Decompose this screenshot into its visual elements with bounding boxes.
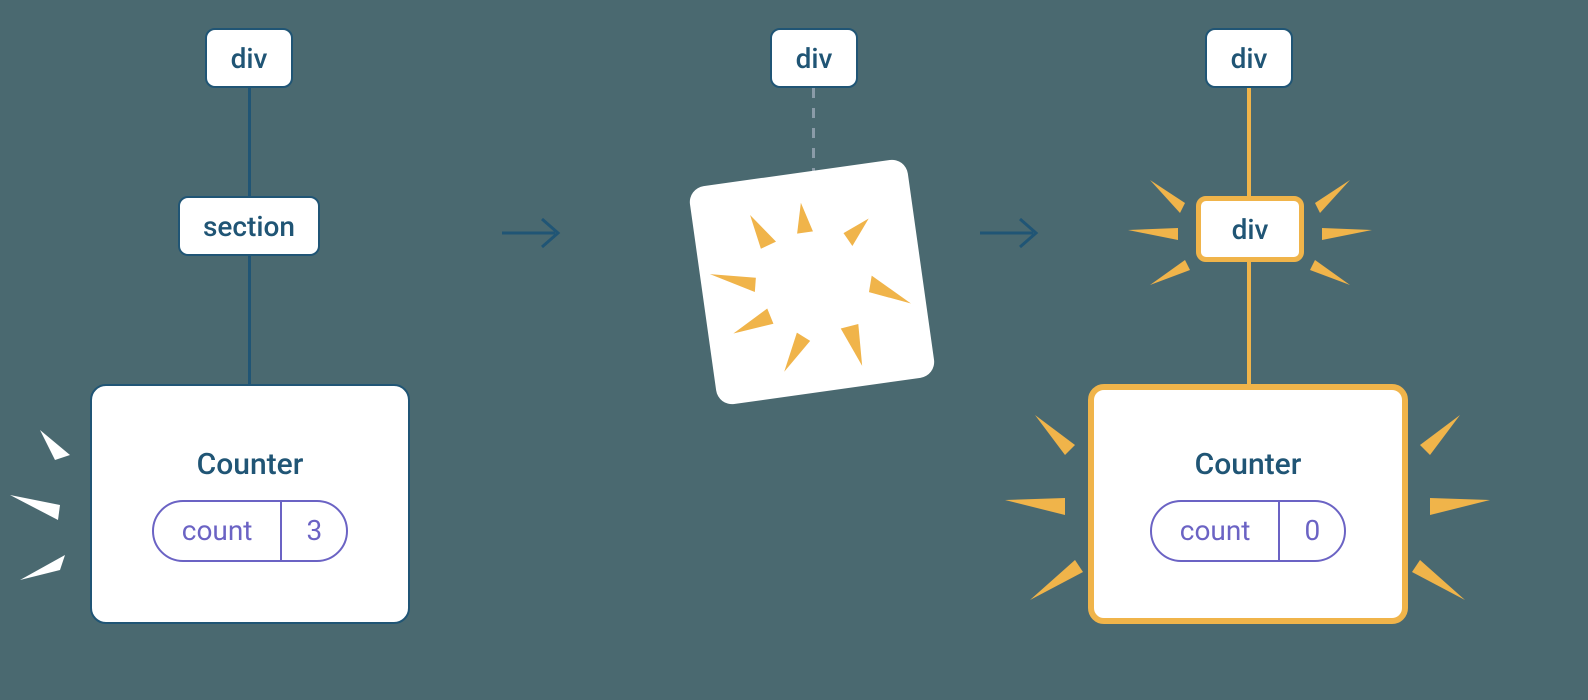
tree3-line-2 <box>1247 262 1251 384</box>
tree2-dashed-line <box>812 88 815 183</box>
tree3-counter-pill: count 0 <box>1150 500 1346 562</box>
tree3-line-1 <box>1247 88 1251 196</box>
tree2-root-label: div <box>796 42 833 75</box>
tree1-mid-node: section <box>178 196 320 256</box>
arrow-2-icon <box>978 205 1048 266</box>
poof-burst-icon <box>688 158 936 406</box>
tree3-root-node: div <box>1205 28 1293 88</box>
tree3-counter-box: Counter count 0 <box>1088 384 1408 624</box>
tree3-counter-pill-label: count <box>1152 502 1281 560</box>
tree1-line-2 <box>248 256 251 384</box>
tree2-root-node: div <box>770 28 858 88</box>
tree3-counter-burst-right-icon <box>1400 400 1500 620</box>
tree1-counter-box: Counter count 3 <box>90 384 410 624</box>
tree3-counter-title: Counter <box>1195 447 1302 482</box>
tree3-mid-label: div <box>1232 213 1269 246</box>
tree1-counter-title: Counter <box>197 447 304 482</box>
tree1-counter-pill-label: count <box>154 502 283 560</box>
tree1-root-node: div <box>205 28 293 88</box>
tree1-mid-label: section <box>203 210 295 243</box>
tree1-root-label: div <box>231 42 268 75</box>
tree3-counter-pill-value: 0 <box>1280 502 1344 560</box>
arrow-1-icon <box>500 205 570 266</box>
tree3-mid-node: div <box>1196 196 1304 262</box>
tree3-counter-burst-left-icon <box>995 400 1095 620</box>
tree1-burst-icon <box>0 420 95 620</box>
tree3-root-label: div <box>1231 42 1268 75</box>
tree1-counter-pill-value: 3 <box>282 502 346 560</box>
tree1-line-1 <box>248 88 251 196</box>
tree2-poof-box <box>688 158 936 406</box>
tree1-counter-pill: count 3 <box>152 500 348 562</box>
